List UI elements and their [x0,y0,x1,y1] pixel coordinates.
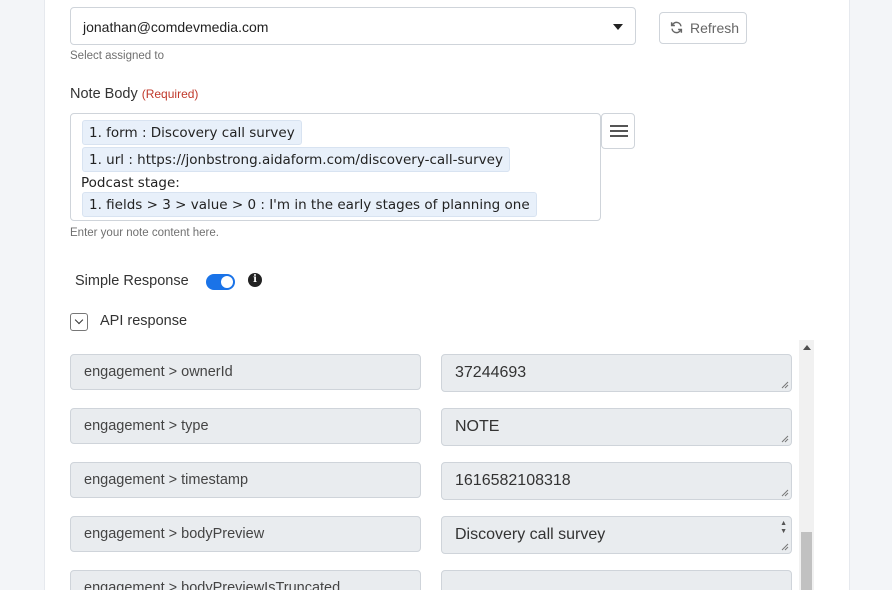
response-key: engagement > type [70,408,421,444]
hamburger-menu-icon[interactable] [601,113,635,149]
resize-grip-icon[interactable] [781,435,789,443]
refresh-label: Refresh [690,20,740,36]
response-value: Discovery call survey [455,526,606,543]
note-body-label-text: Note Body [70,86,138,102]
resize-grip-icon[interactable] [781,543,789,551]
assigned-to-help: Select assigned to [70,50,164,62]
api-response-list: engagement > ownerId 37244693 engagement… [70,340,802,590]
api-response-collapse-button[interactable] [70,313,88,331]
api-response-label: API response [100,313,188,329]
chevron-down-icon [613,24,623,30]
response-value-field[interactable] [441,570,792,590]
note-token[interactable]: 1. fields > 3 > value > 0 : I'm in the e… [82,192,537,217]
resize-grip-icon[interactable] [781,489,789,497]
api-response-scrollbar[interactable] [799,340,814,590]
refresh-button[interactable]: Refresh [659,12,747,44]
simple-response-toggle[interactable] [206,274,235,290]
response-value-field[interactable]: 37244693 [441,354,792,392]
refresh-icon [670,21,683,34]
collapse-chevron-icon [74,315,84,325]
assigned-to-select[interactable]: jonathan@comdevmedia.com [70,7,636,45]
info-icon[interactable]: i [248,273,262,287]
response-value-field[interactable]: Discovery call survey ▲ ▼ [441,516,792,554]
note-body-help: Enter your note content here. [70,227,219,239]
response-value-field[interactable]: NOTE [441,408,792,446]
note-body-label: Note Body (Required) [70,86,198,102]
form-panel: jonathan@comdevmedia.com Refresh Select … [44,0,850,590]
response-value: 37244693 [455,364,527,381]
response-key: engagement > bodyPreviewIsTruncated [70,570,421,590]
response-key: engagement > timestamp [70,462,421,498]
toggle-knob [221,276,233,288]
resize-grip-icon[interactable] [781,381,789,389]
response-key: engagement > bodyPreview [70,516,421,552]
note-body-editor[interactable]: 1. form : Discovery call survey 1. url :… [70,113,601,221]
note-token[interactable]: 1. url : https://jonbstrong.aidaform.com… [82,147,510,172]
response-key: engagement > ownerId [70,354,421,390]
simple-response-label: Simple Response [75,273,189,289]
response-value: NOTE [455,418,500,435]
scrollbar-thumb[interactable] [801,532,812,590]
assigned-to-value: jonathan@comdevmedia.com [83,19,269,35]
spin-arrows-icon[interactable]: ▲ ▼ [780,520,787,536]
note-token[interactable]: 1. form : Discovery call survey [82,120,302,145]
scroll-up-icon[interactable] [803,345,811,350]
response-value-field[interactable]: 1616582108318 [441,462,792,500]
required-marker: (Required) [141,87,199,101]
response-value: 1616582108318 [455,472,571,489]
note-text: Podcast stage: [81,175,180,191]
